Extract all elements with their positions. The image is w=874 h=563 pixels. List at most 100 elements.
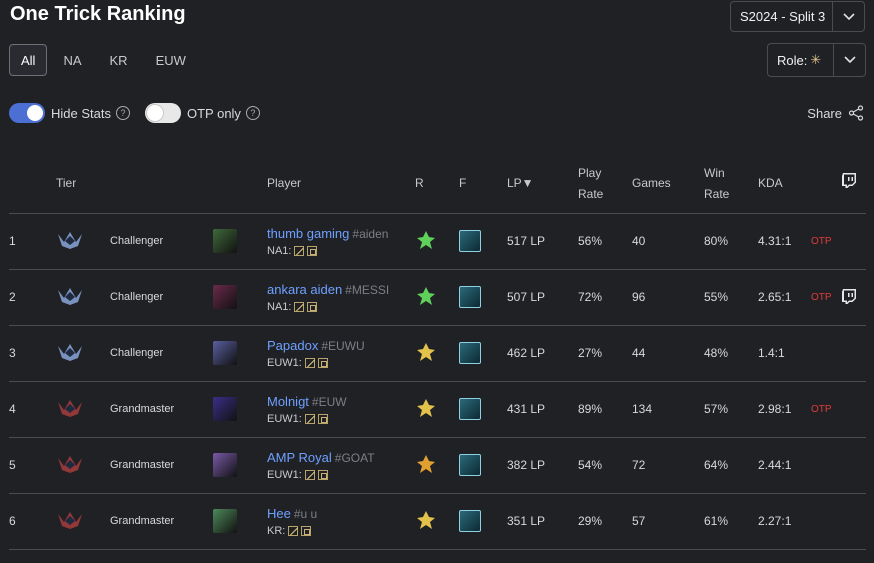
challenger-emblem-icon	[58, 287, 82, 305]
region-tab-euw[interactable]: EUW	[144, 44, 198, 76]
rank-number: 6	[9, 493, 56, 550]
kda-value: 1.4:1	[758, 325, 811, 382]
summoner-spell-icon	[304, 413, 315, 424]
help-icon[interactable]: ?	[245, 106, 260, 120]
champion-portrait[interactable]	[213, 509, 237, 533]
player-name-link[interactable]: AMP Royal	[267, 450, 332, 465]
chevron-down-icon[interactable]	[833, 44, 865, 76]
rank-number: 5	[9, 437, 56, 494]
server-label: EUW1:	[267, 468, 302, 481]
table-row[interactable]: 1 Challenger thumb gaming #aiden NA1: 517 LP 5…	[9, 213, 866, 270]
col-r[interactable]: R	[415, 155, 459, 214]
role-select[interactable]: Role: ✳	[767, 43, 866, 77]
champion-portrait[interactable]	[213, 341, 237, 365]
orange-rune-icon	[417, 454, 435, 473]
kda-value: 2.27:1	[758, 493, 811, 550]
play-rate: 72%	[578, 269, 632, 326]
flash-item-icon	[459, 398, 481, 420]
tier-label: Challenger	[110, 269, 213, 326]
player-name-link[interactable]: Papadox	[267, 338, 318, 353]
grandmaster-emblem-icon	[58, 455, 82, 473]
otp-badge	[811, 325, 841, 382]
champion-portrait[interactable]	[213, 285, 237, 309]
kda-value: 2.98:1	[758, 381, 811, 438]
region-tabs: All NA KR EUW	[9, 44, 202, 76]
summoner-spell-icon	[317, 357, 328, 368]
server-label: EUW1:	[267, 412, 302, 425]
share-label: Share	[807, 105, 842, 121]
hide-stats-toggle[interactable]	[9, 103, 45, 123]
twitch-icon	[841, 155, 866, 214]
grandmaster-emblem-icon	[58, 511, 82, 529]
lp-value: 517 LP	[507, 213, 578, 270]
server-label: EUW1:	[267, 356, 302, 369]
twitch-icon[interactable]	[841, 288, 857, 304]
tier-label: Grandmaster	[110, 493, 213, 550]
play-rate: 56%	[578, 213, 632, 270]
gold-rune-icon	[417, 510, 435, 529]
col-tier[interactable]: Tier	[56, 155, 110, 214]
region-tab-kr[interactable]: KR	[98, 44, 140, 76]
col-play-rate[interactable]: Play Rate	[578, 155, 632, 214]
otp-badge	[811, 437, 841, 494]
player-name-link[interactable]: Molnigt	[267, 394, 309, 409]
region-tab-all[interactable]: All	[9, 44, 48, 76]
table-row[interactable]: 6 Grandmaster Hee #u u KR: 351 LP 29% 57 61% 2.27…	[9, 493, 866, 550]
lp-value: 431 LP	[507, 381, 578, 438]
player-tag: #EUW	[311, 394, 347, 409]
season-select[interactable]: S2024 - Split 3	[730, 1, 865, 32]
col-kda[interactable]: KDA	[758, 155, 811, 214]
table-row[interactable]: 4 Grandmaster Molnigt #EUW EUW1: 431 LP 89% 134…	[9, 381, 866, 438]
player-tag: #u u	[293, 506, 318, 521]
help-icon[interactable]: ?	[115, 106, 130, 120]
region-tab-na[interactable]: NA	[51, 44, 93, 76]
player-tag: #EUWU	[321, 338, 365, 353]
player-name-link[interactable]: ankara aiden	[267, 282, 342, 297]
win-rate: 64%	[704, 437, 758, 494]
summoner-spell-icon	[317, 469, 328, 480]
chevron-down-icon[interactable]	[832, 2, 864, 31]
summoner-spell-icon	[288, 525, 299, 536]
champion-portrait[interactable]	[213, 453, 237, 477]
flash-item-icon	[459, 230, 481, 252]
table-row[interactable]: 5 Grandmaster AMP Royal #GOAT EUW1: 382 LP 54%…	[9, 437, 866, 494]
col-games[interactable]: Games	[632, 155, 704, 214]
season-value: S2024 - Split 3	[740, 9, 826, 24]
col-player[interactable]: Player	[267, 155, 415, 214]
server-label: NA1:	[267, 244, 292, 257]
col-f[interactable]: F	[459, 155, 507, 214]
summoner-spell-icon	[294, 301, 305, 312]
player-tag: #MESSI	[345, 282, 390, 297]
share-button[interactable]: Share	[807, 105, 864, 121]
col-win-rate[interactable]: Win Rate	[704, 155, 758, 214]
all-roles-icon: ✳	[810, 52, 822, 67]
gold-rune-icon	[417, 398, 435, 417]
green-rune-icon	[417, 286, 435, 305]
col-lp[interactable]: LP▼	[507, 155, 578, 214]
otp-only-toggle[interactable]	[144, 103, 181, 123]
flash-item-icon	[459, 510, 481, 532]
games-count: 44	[632, 325, 704, 382]
server-label: NA1:	[267, 300, 292, 313]
gold-rune-icon	[417, 342, 435, 361]
champion-portrait[interactable]	[213, 397, 237, 421]
play-rate: 27%	[578, 325, 632, 382]
win-rate: 57%	[704, 381, 758, 438]
flash-item-icon	[459, 342, 481, 364]
player-name-link[interactable]: thumb gaming	[267, 226, 349, 241]
table-row[interactable]: 2 Challenger ankara aiden #MESSI NA1: 507 LP 7…	[9, 269, 866, 326]
toggle-knob	[146, 105, 163, 121]
player-name-link[interactable]: Hee	[267, 506, 291, 521]
rank-number: 2	[9, 269, 56, 326]
games-count: 96	[632, 269, 704, 326]
win-rate: 61%	[704, 493, 758, 550]
games-count: 57	[632, 493, 704, 550]
games-count: 40	[632, 213, 704, 270]
lp-value: 507 LP	[507, 269, 578, 326]
tier-label: Grandmaster	[110, 437, 213, 494]
win-rate: 80%	[704, 213, 758, 270]
champion-portrait[interactable]	[213, 229, 237, 253]
green-rune-icon	[417, 230, 435, 249]
table-row[interactable]: 3 Challenger Papadox #EUWU EUW1: 462 LP 27% 44 4…	[9, 325, 866, 382]
win-rate: 55%	[704, 269, 758, 326]
